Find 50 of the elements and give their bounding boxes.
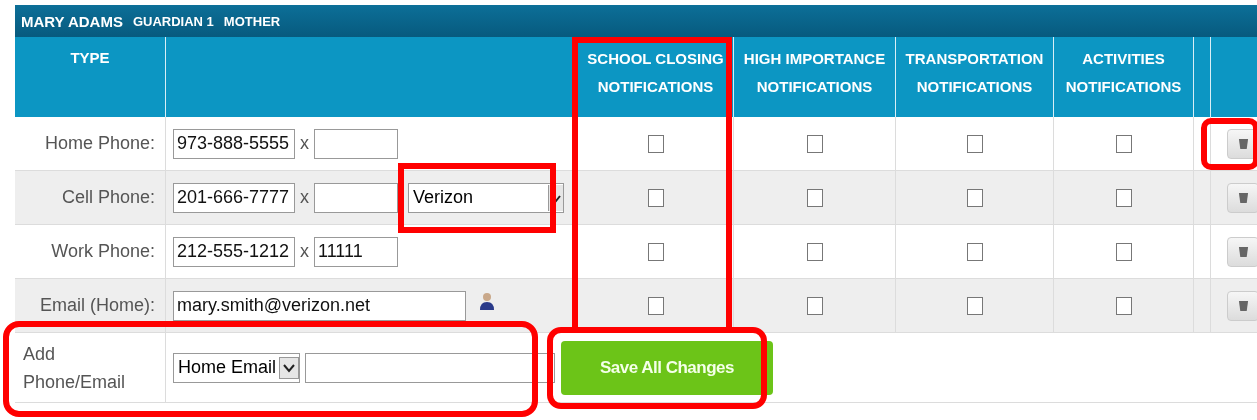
caret-icon (279, 356, 300, 379)
contact-type-label: Home Phone: (44, 133, 155, 154)
trash-icon (1237, 245, 1249, 258)
contact-type-label: Work Phone: (51, 241, 155, 262)
extension-separator: x (300, 187, 309, 208)
notification-checkbox[interactable] (647, 134, 664, 153)
delete-button[interactable] (1227, 182, 1257, 213)
phone-field[interactable]: 973-888-5555 (173, 128, 295, 159)
notification-checkbox[interactable] (966, 134, 983, 153)
person-icon[interactable] (479, 291, 495, 310)
contact-type-select[interactable]: Home Email (173, 352, 301, 383)
extension-separator: x (300, 133, 309, 154)
new-contact-field[interactable] (305, 352, 556, 383)
contact-name: MARY ADAMS (21, 12, 123, 30)
notification-checkbox[interactable] (966, 188, 983, 207)
delete-button[interactable] (1227, 236, 1257, 267)
column-header: TYPE (15, 37, 165, 117)
notification-checkbox[interactable] (966, 296, 983, 315)
contact-type-label: Email (Home): (40, 295, 155, 316)
notification-checkbox[interactable] (647, 188, 664, 207)
phone-field[interactable]: 212-555-1212 (173, 236, 295, 267)
extension-field[interactable] (314, 128, 398, 159)
extension-separator: x (300, 241, 309, 262)
notification-checkbox[interactable] (806, 296, 823, 315)
contact-role: GUARDIAN 1 (132, 13, 214, 29)
delete-button[interactable] (1227, 290, 1257, 321)
trash-icon (1237, 191, 1249, 204)
notification-checkbox[interactable] (966, 242, 983, 261)
add-contact-label: Add Phone/Email (23, 342, 127, 394)
column-header: HIGH IMPORTANCE NOTIFICATIONS (733, 37, 895, 117)
contact-relation: MOTHER (223, 13, 281, 29)
email-field[interactable]: mary.smith@verizon.net (173, 290, 466, 321)
notification-checkbox[interactable] (647, 296, 664, 315)
column-header: ACTIVITIES NOTIFICATIONS (1053, 37, 1193, 117)
extension-field[interactable] (314, 182, 398, 213)
notification-checkbox[interactable] (1115, 134, 1132, 153)
notification-checkbox[interactable] (1115, 296, 1132, 315)
trash-icon (1237, 137, 1249, 150)
trash-icon (1237, 299, 1249, 312)
notification-checkbox[interactable] (806, 134, 823, 153)
notification-checkbox[interactable] (806, 188, 823, 207)
column-header: TRANSPORTATION NOTIFICATIONS (895, 37, 1053, 117)
notification-checkbox[interactable] (1115, 242, 1132, 261)
phone-field[interactable]: 201-666-7777 (173, 182, 295, 213)
contact-type-label: Cell Phone: (61, 187, 155, 208)
notification-checkbox[interactable] (647, 242, 664, 261)
carrier-select[interactable]: Verizon (408, 182, 564, 213)
notification-checkbox[interactable] (806, 242, 823, 261)
notification-checkbox[interactable] (1115, 188, 1132, 207)
extension-field[interactable]: 11111 (314, 236, 398, 267)
